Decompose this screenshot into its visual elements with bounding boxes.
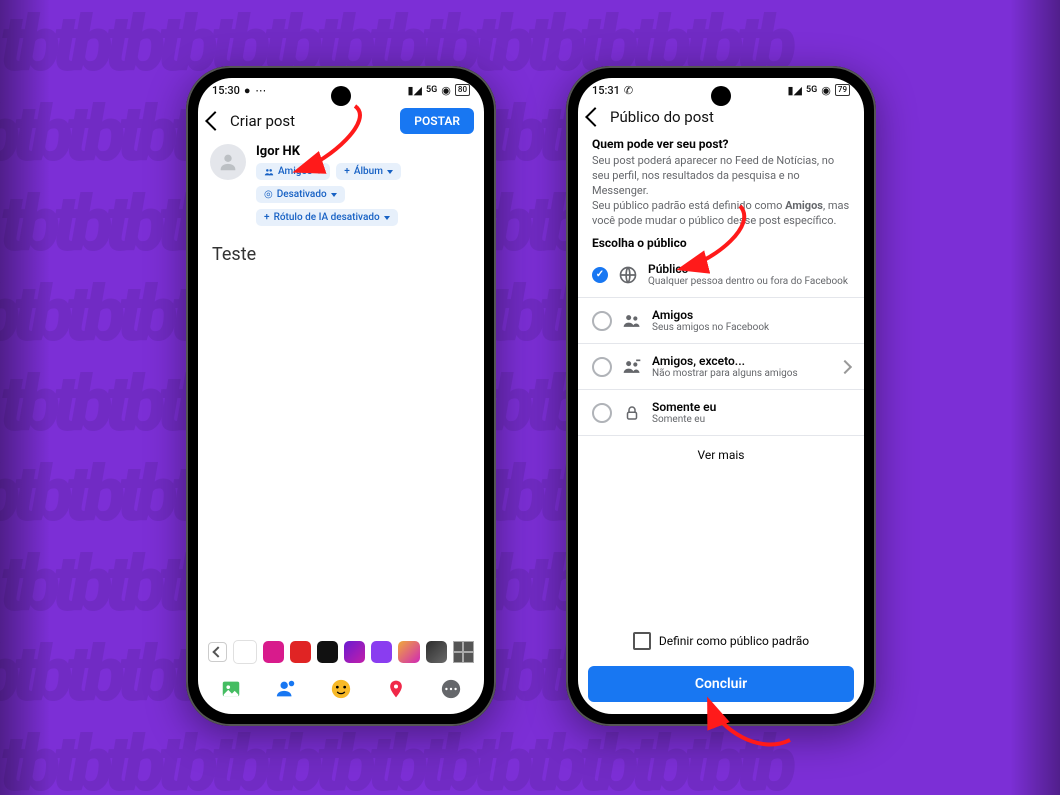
color-swatch-dark-metal[interactable] <box>426 641 447 663</box>
status-bar: 15:31 ✆ ▮◢ 5G ◉ 79 <box>578 78 864 102</box>
chevron-down-icon <box>387 170 393 174</box>
vignette-right <box>1010 0 1060 795</box>
instagram-toggle-chip[interactable]: ◎ Desativado <box>256 186 345 203</box>
option-friends-except[interactable]: Amigos, exceto... Não mostrar para algun… <box>578 344 864 390</box>
ai-label-chip[interactable]: + Rótulo de IA desativado <box>256 209 398 226</box>
album-chip[interactable]: + Álbum <box>336 163 401 180</box>
option-subtitle: Somente eu <box>652 414 716 425</box>
option-subtitle: Seus amigos no Facebook <box>652 322 769 333</box>
status-time: 15:31 <box>592 84 620 97</box>
radio[interactable] <box>592 403 612 423</box>
set-default-checkbox-row[interactable]: Definir como público padrão <box>578 622 864 660</box>
screen-left: 15:30 ● ⋯ ▮◢ 5G ◉ 80 Criar post POSTAR <box>198 78 484 714</box>
background-color-picker <box>198 634 484 670</box>
instagram-chip-label: Desativado <box>277 189 327 200</box>
friends-except-icon <box>622 357 642 377</box>
more-options-icon[interactable] <box>440 678 462 700</box>
create-post-header: Criar post POSTAR <box>198 102 484 140</box>
composer-action-bar <box>198 670 484 714</box>
post-button[interactable]: POSTAR <box>400 108 474 134</box>
user-name: Igor HK <box>256 144 472 159</box>
chevron-down-icon <box>384 216 390 220</box>
phone-left: 15:30 ● ⋯ ▮◢ 5G ◉ 80 Criar post POSTAR <box>186 66 496 726</box>
back-icon[interactable] <box>585 107 605 127</box>
header-title: Criar post <box>230 112 295 130</box>
tag-people-icon[interactable] <box>275 678 297 700</box>
option-only-me[interactable]: Somente eu Somente eu <box>578 390 864 436</box>
network-label: 5G <box>426 85 437 95</box>
watermark: tbtbtbtbtbtbtbtbtbtbtbtbtbtbtb tbtbtbtbt… <box>0 0 1060 795</box>
chevron-left-icon <box>212 646 223 657</box>
radio[interactable] <box>592 311 612 331</box>
chevron-down-icon <box>331 193 337 197</box>
phone-right: 15:31 ✆ ▮◢ 5G ◉ 79 Público do post Quem … <box>566 66 876 726</box>
friends-icon <box>622 311 642 331</box>
location-icon[interactable] <box>385 678 407 700</box>
friends-icon <box>264 167 274 177</box>
audience-chip[interactable]: Amigos <box>256 163 330 180</box>
option-public[interactable]: Público Qualquer pessoa dentro ou fora d… <box>578 252 864 298</box>
chevron-down-icon <box>316 170 322 174</box>
option-title: Amigos <box>652 308 769 322</box>
person-icon <box>217 151 239 173</box>
header-title: Público do post <box>610 108 714 126</box>
signal-icon: ▮◢ <box>788 84 803 97</box>
status-dots: ● ⋯ <box>244 84 267 97</box>
wifi-icon: ◉ <box>821 84 831 97</box>
status-time: 15:30 <box>212 84 240 97</box>
chevron-right-icon <box>838 360 852 374</box>
option-subtitle: Não mostrar para alguns amigos <box>652 368 798 379</box>
option-title: Somente eu <box>652 400 716 414</box>
choose-audience-label: Escolha o público <box>578 236 864 250</box>
battery: 80 <box>455 84 470 96</box>
audience-header: Público do post <box>578 102 864 132</box>
color-swatch-black[interactable] <box>317 641 338 663</box>
audience-explanation: Quem pode ver seu post? Seu post poderá … <box>578 132 864 228</box>
lock-icon <box>622 403 642 423</box>
done-button[interactable]: Concluir <box>588 666 854 702</box>
plus-icon: + <box>264 212 270 223</box>
album-chip-label: Álbum <box>354 166 383 177</box>
checkbox-empty[interactable] <box>633 632 651 650</box>
back-icon[interactable] <box>205 111 225 131</box>
explain-line-2: Seu público padrão está definido como Am… <box>592 199 850 229</box>
signal-icon: ▮◢ <box>408 84 423 97</box>
photo-icon[interactable] <box>220 678 242 700</box>
post-text-input[interactable]: Teste <box>198 232 484 277</box>
ai-label-chip-label: Rótulo de IA desativado <box>274 212 380 223</box>
wifi-icon: ◉ <box>441 84 451 97</box>
set-default-label: Definir como público padrão <box>659 634 809 648</box>
status-bar: 15:30 ● ⋯ ▮◢ 5G ◉ 80 <box>198 78 484 102</box>
color-swatch-red[interactable] <box>290 641 311 663</box>
vignette-left <box>0 0 50 795</box>
collapse-picker-button[interactable] <box>208 642 227 662</box>
option-friends[interactable]: Amigos Seus amigos no Facebook <box>578 298 864 344</box>
color-swatch-purple[interactable] <box>371 641 392 663</box>
who-can-see-title: Quem pode ver seu post? <box>592 136 850 152</box>
globe-icon <box>618 265 638 285</box>
color-swatch-magenta[interactable] <box>263 641 284 663</box>
color-swatch-purple-gradient[interactable] <box>344 641 365 663</box>
radio[interactable] <box>592 357 612 377</box>
more-colors-button[interactable] <box>453 641 474 663</box>
option-subtitle: Qualquer pessoa dentro ou fora do Facebo… <box>648 276 848 287</box>
whatsapp-icon: ✆ <box>624 84 633 97</box>
network-label: 5G <box>806 85 817 95</box>
explain-line-1: Seu post poderá aparecer no Feed de Notí… <box>592 154 850 199</box>
see-more-link[interactable]: Ver mais <box>578 436 864 474</box>
avatar[interactable] <box>210 144 246 180</box>
tutorial-screenshot: tbtbtbtbtbtbtbtbtbtbtbtbtbtbtb tbtbtbtbt… <box>0 0 1060 795</box>
battery: 79 <box>835 84 850 96</box>
plus-icon: + <box>344 166 350 177</box>
option-title: Amigos, exceto... <box>652 354 798 368</box>
option-title: Público <box>648 262 848 276</box>
audience-chip-label: Amigos <box>278 166 312 177</box>
radio-checked[interactable] <box>592 267 608 283</box>
color-swatch-white[interactable] <box>233 640 256 664</box>
feeling-icon[interactable] <box>330 678 352 700</box>
composer: Igor HK Amigos + Álbum <box>198 140 484 232</box>
instagram-icon: ◎ <box>264 189 273 200</box>
color-swatch-orange-gradient[interactable] <box>398 641 419 663</box>
screen-right: 15:31 ✆ ▮◢ 5G ◉ 79 Público do post Quem … <box>578 78 864 714</box>
